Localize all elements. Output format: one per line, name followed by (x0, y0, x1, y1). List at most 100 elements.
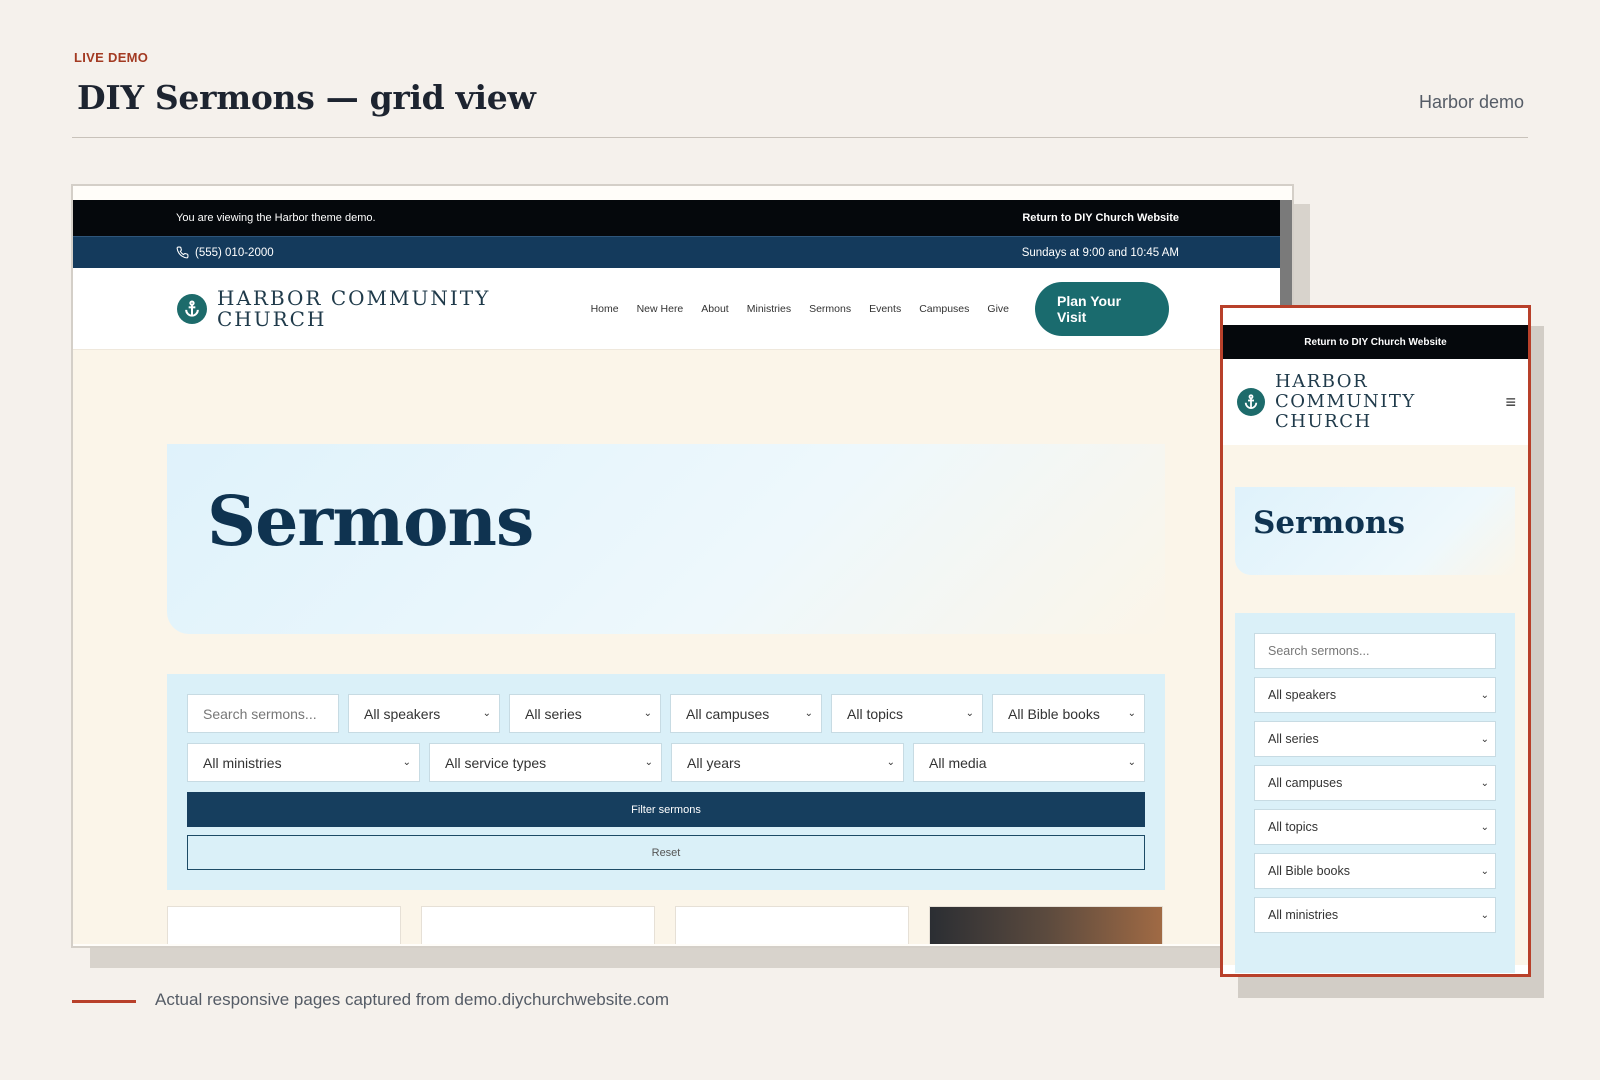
sermon-card[interactable] (167, 906, 401, 944)
main-nav: Home New Here About Ministries Sermons E… (591, 303, 1009, 315)
hero-title: Sermons (207, 482, 534, 562)
topic-select-value: All topics (847, 705, 904, 722)
select-value: All ministries (1268, 908, 1339, 922)
service-times: Sundays at 9:00 and 10:45 AM (1021, 246, 1179, 259)
mobile-series-select[interactable]: All series ⌄ (1254, 721, 1496, 757)
mobile-bible-book-select[interactable]: All Bible books ⌄ (1254, 853, 1496, 889)
nav-give[interactable]: Give (987, 303, 1009, 315)
service-type-select-value: All service types (445, 754, 547, 771)
phone-contact[interactable]: (555) 010-2000 (176, 246, 274, 259)
select-value: All topics (1268, 820, 1319, 834)
site-logo[interactable]: HARBOR COMMUNITY CHURCH (177, 287, 490, 331)
sermon-filter-panel: Search sermons... All speakers ⌄ All seri… (167, 674, 1165, 890)
chevron-down-icon: ⌄ (482, 708, 491, 719)
anchor-icon (1237, 388, 1265, 416)
chevron-down-icon: ⌄ (1480, 733, 1489, 745)
mobile-hero-title: Sermons (1253, 505, 1405, 541)
chevron-down-icon: ⌄ (1127, 708, 1136, 719)
hamburger-menu-icon[interactable]: ≡ (1505, 392, 1516, 413)
desktop-screenshot: You are viewing the Harbor theme demo. R… (71, 184, 1294, 948)
demo-notice-bar: You are viewing the Harbor theme demo. R… (73, 200, 1281, 236)
media-select[interactable]: All media ⌄ (913, 743, 1145, 782)
sermon-card[interactable] (421, 906, 655, 944)
chevron-down-icon: ⌄ (1127, 757, 1136, 768)
series-select-value: All series (525, 705, 582, 722)
mobile-screenshot: Return to DIY Church Website HARBOR COMM… (1220, 305, 1531, 977)
sermon-card-image[interactable] (929, 906, 1163, 944)
phone-number: (555) 010-2000 (195, 246, 274, 259)
filter-sermons-button[interactable]: Filter sermons (187, 792, 1145, 827)
chevron-down-icon: ⌄ (643, 708, 652, 719)
ministry-select-value: All ministries (203, 754, 282, 771)
logo-text: HARBOR COMMUNITY CHURCH (217, 287, 490, 331)
site-header: HARBOR COMMUNITY CHURCH Home New Here Ab… (73, 268, 1281, 350)
chevron-down-icon: ⌄ (402, 757, 411, 768)
ministry-select[interactable]: All ministries ⌄ (187, 743, 420, 782)
mobile-search-input[interactable]: Search sermons... (1254, 633, 1496, 669)
bible-book-select-value: All Bible books (1008, 705, 1100, 722)
plan-visit-line-2: Visit (1057, 308, 1087, 325)
mobile-ministry-select[interactable]: All ministries ⌄ (1254, 897, 1496, 933)
demo-tag: Harbor demo (1418, 92, 1524, 112)
scrollbar[interactable] (1280, 200, 1292, 310)
chevron-down-icon: ⌄ (886, 757, 895, 768)
series-select[interactable]: All series ⌄ (509, 694, 661, 733)
campus-select[interactable]: All campuses ⌄ (670, 694, 822, 733)
nav-home[interactable]: Home (591, 303, 619, 315)
campus-select-value: All campuses (686, 705, 770, 722)
service-type-select[interactable]: All service types ⌄ (429, 743, 662, 782)
mobile-filter-panel: Search sermons... All speakers ⌄ All seri… (1235, 613, 1515, 973)
nav-ministries[interactable]: Ministries (747, 303, 791, 315)
mobile-logo-text[interactable]: HARBOR COMMUNITY CHURCH (1275, 372, 1416, 432)
info-bar: (555) 010-2000 Sundays at 9:00 and 10:45… (73, 236, 1281, 268)
return-link[interactable]: Return to DIY Church Website (1022, 212, 1179, 224)
mobile-return-link[interactable]: Return to DIY Church Website (1223, 325, 1528, 359)
title-divider (72, 137, 1528, 138)
page-title: DIY Sermons — grid view (77, 78, 536, 117)
select-value: All campuses (1268, 776, 1343, 790)
chevron-down-icon: ⌄ (1480, 689, 1489, 701)
chevron-down-icon: ⌄ (1480, 865, 1489, 877)
year-select[interactable]: All years ⌄ (671, 743, 904, 782)
reset-button[interactable]: Reset (187, 835, 1145, 870)
logo-line-1: HARBOR (1275, 371, 1369, 392)
bible-book-select[interactable]: All Bible books ⌄ (992, 694, 1145, 733)
mobile-speaker-select[interactable]: All speakers ⌄ (1254, 677, 1496, 713)
sermon-card[interactable] (675, 906, 909, 944)
mobile-header: HARBOR COMMUNITY CHURCH ≡ (1223, 359, 1528, 445)
year-select-value: All years (687, 754, 741, 771)
search-input[interactable]: Search sermons... (187, 694, 339, 733)
chevron-down-icon: ⌄ (965, 708, 974, 719)
mobile-campus-select[interactable]: All campuses ⌄ (1254, 765, 1496, 801)
select-value: All Bible books (1268, 864, 1350, 878)
nav-campuses[interactable]: Campuses (919, 303, 969, 315)
mobile-topic-select[interactable]: All topics ⌄ (1254, 809, 1496, 845)
nav-about[interactable]: About (701, 303, 728, 315)
nav-events[interactable]: Events (869, 303, 901, 315)
chevron-down-icon: ⌄ (644, 757, 653, 768)
plan-visit-line-1: Plan Your (1057, 292, 1122, 309)
logo-line-3: CHURCH (1275, 411, 1372, 432)
speaker-select[interactable]: All speakers ⌄ (348, 694, 500, 733)
eyebrow-label: LIVE DEMO (74, 50, 149, 65)
chevron-down-icon: ⌄ (804, 708, 813, 719)
topic-select[interactable]: All topics ⌄ (831, 694, 983, 733)
filter-row-1: Search sermons... All speakers ⌄ All seri… (187, 694, 1145, 733)
sermons-hero: Sermons (167, 444, 1165, 634)
mobile-hero: Sermons (1235, 487, 1515, 575)
logo-line-2: CHURCH (217, 306, 327, 331)
filter-row-2: All ministries ⌄ All service types ⌄ All y… (187, 743, 1145, 782)
mobile-page: Sermons Search sermons... All speakers ⌄ … (1223, 445, 1528, 973)
chevron-down-icon: ⌄ (1480, 777, 1489, 789)
nav-new-here[interactable]: New Here (637, 303, 684, 315)
nav-sermons[interactable]: Sermons (809, 303, 851, 315)
media-select-value: All media (929, 754, 987, 771)
caption: Actual responsive pages captured from de… (155, 990, 670, 1009)
select-value: All series (1268, 732, 1319, 746)
anchor-icon (177, 293, 207, 324)
speaker-select-value: All speakers (364, 705, 441, 722)
plan-visit-button[interactable]: Plan Your Visit (1035, 281, 1169, 336)
chevron-down-icon: ⌄ (1480, 909, 1489, 921)
phone-icon (176, 246, 189, 259)
caption-accent-line (72, 1000, 136, 1003)
